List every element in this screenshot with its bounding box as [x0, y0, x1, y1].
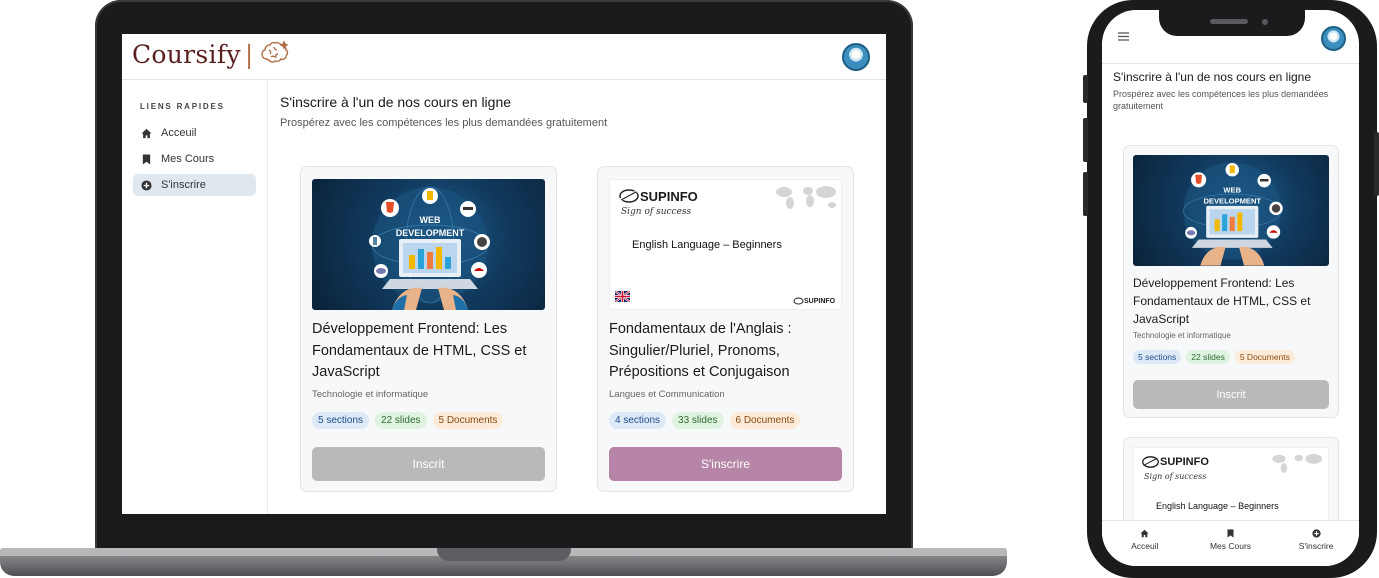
page-subtitle: Prospérez avec les compétences les plus … — [1113, 89, 1329, 111]
bottom-nav-mes-cours[interactable]: Mes Cours — [1195, 529, 1265, 566]
course-card[interactable]: WEB DEVELOPMENT Développement Frontend: … — [1123, 145, 1339, 418]
sidebar-title: LIENS RAPIDES — [140, 102, 225, 111]
app-header: Coursify | — [122, 34, 886, 80]
thumb-text-line1: WEB — [420, 215, 441, 225]
thumb-course-name: English Language – Beginners — [1156, 501, 1279, 511]
thumb-text-line2: DEVELOPMENT — [1203, 196, 1261, 205]
phone-side-button — [1083, 75, 1088, 103]
home-icon — [141, 128, 152, 138]
phone-side-button — [1374, 132, 1379, 196]
bottom-nav-label: S'inscrire — [1298, 541, 1334, 551]
phone-camera — [1262, 19, 1268, 25]
sidebar-item-label: Mes Cours — [161, 153, 215, 165]
supinfo-footer-logo: SUPINFO — [793, 297, 835, 305]
page-subtitle: Prospérez avec les compétences les plus … — [280, 117, 608, 129]
sidebar: LIENS RAPIDES Acceuil Mes Cours S'inscri… — [122, 80, 268, 514]
thumb-course-name: English Language – Beginners — [632, 239, 782, 251]
sections-badge: 4 sections — [609, 412, 667, 429]
sections-badge: 5 sections — [312, 412, 370, 429]
sidebar-item-label: S'inscrire — [161, 179, 206, 191]
course-category: Technologie et informatique — [1133, 331, 1231, 340]
sidebar-item-mes-cours[interactable]: Mes Cours — [133, 148, 256, 170]
course-title[interactable]: Fondamentaux de l'Anglais : Singulier/Pl… — [609, 319, 845, 384]
sidebar-item-label: Acceuil — [161, 127, 197, 139]
enroll-button[interactable]: S'inscrire — [609, 447, 842, 481]
slides-badge: 22 slides — [375, 412, 427, 429]
slides-badge: 33 slides — [672, 412, 724, 429]
supinfo-tagline: Sign of success — [621, 207, 692, 217]
course-tags: 5 sections 22 slides 5 Documents — [1133, 350, 1295, 364]
course-category: Langues et Communication — [609, 389, 725, 400]
laptop-notch — [437, 548, 571, 561]
sidebar-item-acceuil[interactable]: Acceuil — [133, 122, 256, 144]
course-title[interactable]: Développement Frontend: Les Fondamentaux… — [1133, 274, 1333, 328]
phone-notch — [1159, 0, 1305, 36]
brain-icon — [260, 40, 289, 63]
uk-flag-icon — [615, 291, 630, 302]
supinfo-logo: SUPINFO — [1141, 455, 1209, 469]
phone-screen: S'inscrire à l'un de nos cours en ligne … — [1102, 10, 1359, 566]
enrolled-button[interactable]: Inscrit — [1133, 380, 1329, 409]
course-thumbnail-web: WEB DEVELOPMENT — [312, 179, 545, 310]
sidebar-item-sinscrire[interactable]: S'inscrire — [133, 174, 256, 196]
course-tags: 4 sections 33 slides 6 Documents — [609, 412, 801, 429]
plus-circle-icon — [1312, 529, 1321, 538]
thumb-text-line2: DEVELOPMENT — [396, 228, 465, 238]
supinfo-brand-text: SUPINFO — [804, 297, 836, 305]
course-card[interactable]: WEB DEVELOPMENT Développement Frontend: … — [300, 166, 557, 492]
home-icon — [1140, 529, 1149, 538]
slides-badge: 22 slides — [1186, 350, 1230, 364]
thumb-text-line1: WEB — [1223, 185, 1241, 194]
documents-badge: 6 Documents — [729, 412, 801, 429]
course-thumbnail-web: WEB DEVELOPMENT — [1133, 155, 1329, 266]
documents-badge: 5 Documents — [432, 412, 504, 429]
user-avatar[interactable] — [842, 43, 870, 71]
laptop-screen: Coursify | LIENS RAPIDES Acceuil Mes Cou… — [122, 34, 886, 514]
phone-side-button — [1083, 118, 1088, 162]
course-thumbnail-supinfo: SUPINFO Sign of success English Language… — [609, 179, 842, 310]
bottom-nav-label: Mes Cours — [1209, 541, 1252, 551]
supinfo-swoosh-icon — [1142, 456, 1159, 468]
supinfo-brand-text: SUPINFO — [640, 188, 698, 204]
enrolled-button[interactable]: Inscrit — [312, 447, 545, 481]
bottom-nav-sinscrire[interactable]: S'inscrire — [1281, 529, 1351, 566]
course-category: Technologie et informatique — [312, 389, 429, 400]
bottom-nav-label: Acceuil — [1131, 541, 1159, 551]
documents-badge: 5 Documents — [1234, 350, 1295, 364]
supinfo-swoosh-icon — [793, 297, 804, 305]
bookmark-icon — [1227, 529, 1234, 538]
bottom-nav-acceuil[interactable]: Acceuil — [1110, 529, 1180, 566]
app-logo[interactable]: Coursify | — [132, 39, 289, 69]
course-card[interactable]: SUPINFO Sign of success English Language… — [597, 166, 854, 492]
web-development-illustration: WEB DEVELOPMENT — [1183, 162, 1283, 266]
hamburger-menu-icon[interactable] — [1118, 32, 1129, 41]
phone-side-button — [1083, 172, 1088, 216]
course-tags: 5 sections 22 slides 5 Documents — [312, 412, 504, 429]
supinfo-swoosh-icon — [619, 189, 639, 203]
mobile-bottom-nav: Acceuil Mes Cours S'inscrire — [1102, 520, 1359, 566]
world-map-icon — [1272, 453, 1323, 473]
logo-text: Coursify — [132, 39, 241, 69]
page-title: S'inscrire à l'un de nos cours en ligne — [280, 94, 512, 110]
main-content: S'inscrire à l'un de nos cours en ligne … — [268, 80, 886, 514]
world-map-icon — [776, 186, 836, 209]
supinfo-logo: SUPINFO — [618, 188, 698, 204]
phone-speaker — [1210, 19, 1248, 24]
bookmark-icon — [142, 153, 151, 165]
supinfo-brand-text: SUPINFO — [1160, 456, 1209, 468]
page-title: S'inscrire à l'un de nos cours en ligne — [1113, 70, 1312, 84]
course-title[interactable]: Développement Frontend: Les Fondamentaux… — [312, 319, 548, 384]
web-development-illustration: WEB DEVELOPMENT — [369, 186, 490, 310]
logo-separator: | — [244, 39, 254, 69]
sections-badge: 5 sections — [1133, 350, 1182, 364]
supinfo-tagline: Sign of success — [1144, 472, 1207, 481]
user-avatar[interactable] — [1321, 26, 1346, 51]
plus-circle-icon — [141, 179, 152, 191]
